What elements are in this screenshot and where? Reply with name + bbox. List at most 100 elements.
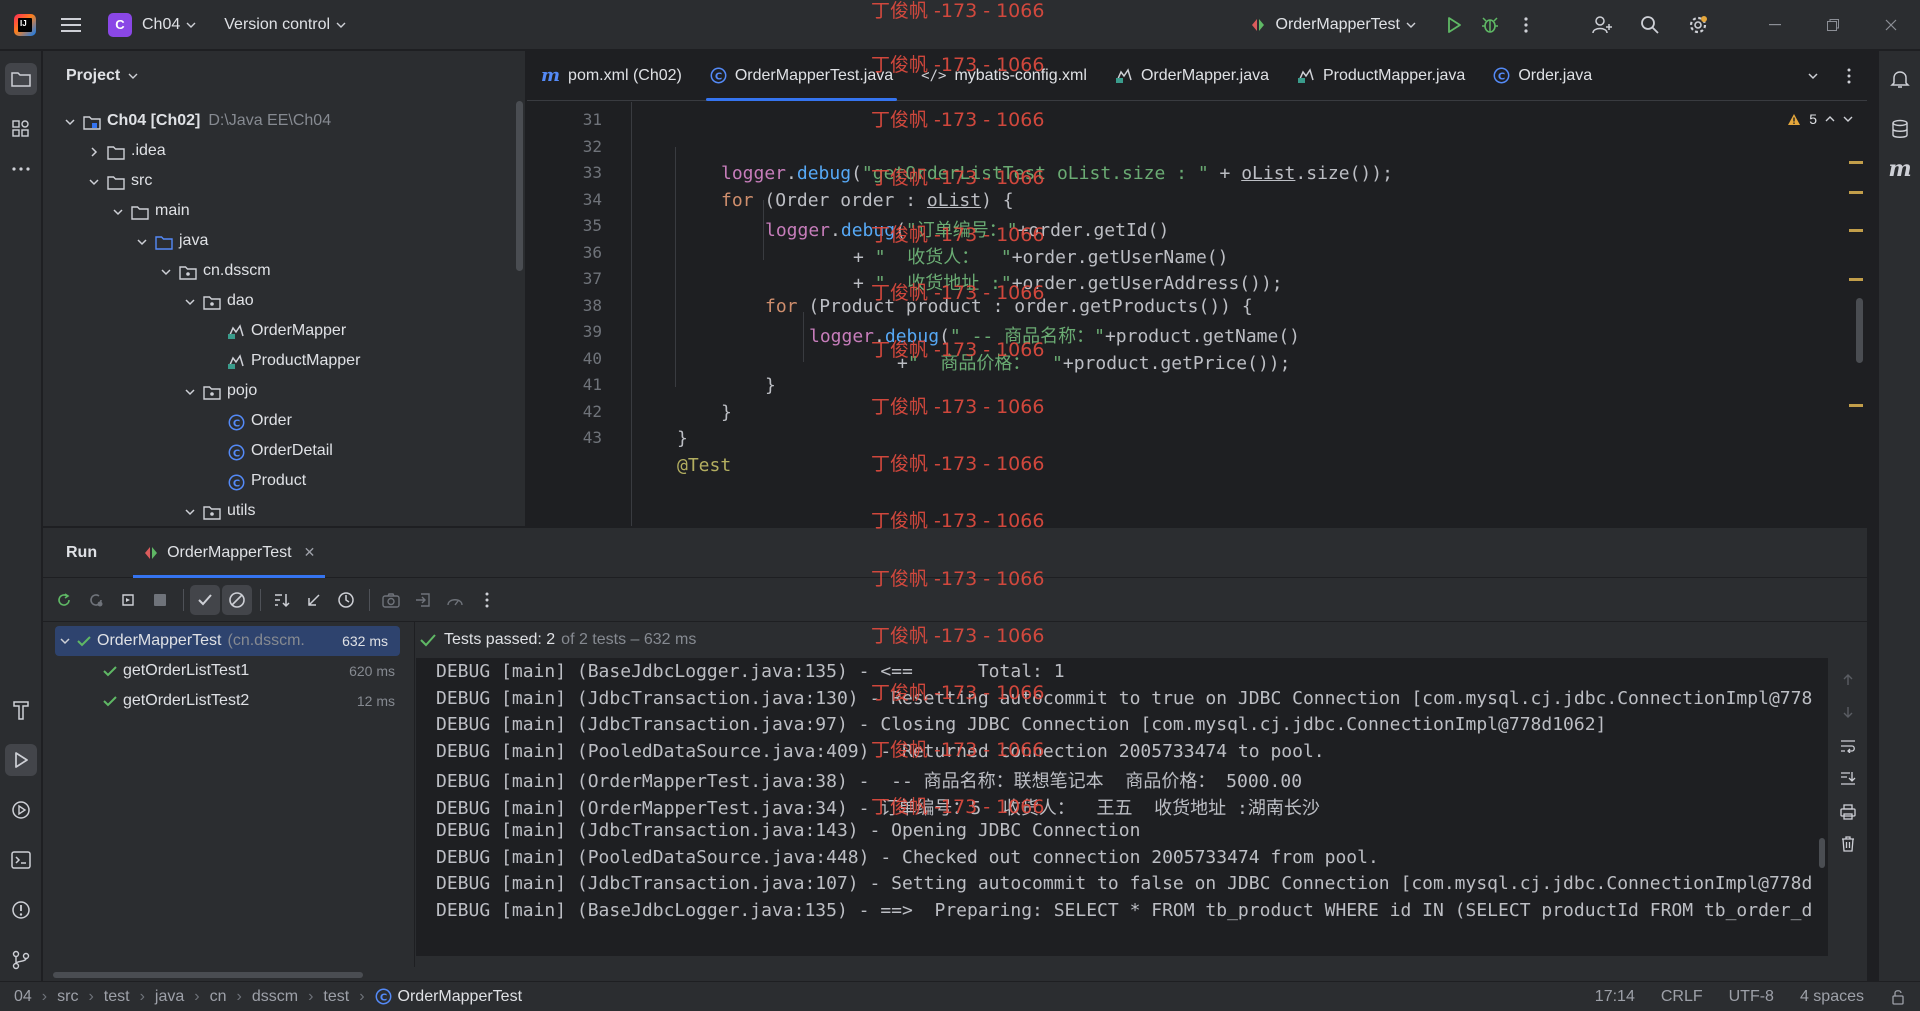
scroll-down-icon[interactable]: [1838, 702, 1858, 722]
console-output[interactable]: DEBUG [main] (BaseJdbcLogger.java:135) -…: [416, 658, 1828, 956]
version-control-widget[interactable]: Version control: [224, 16, 346, 34]
tabs-dropdown-chevron-icon[interactable]: [1795, 58, 1831, 94]
toggle-auto-test-icon[interactable]: [113, 585, 143, 615]
services-icon[interactable]: [5, 794, 37, 826]
read-only-lock-icon[interactable]: [1890, 989, 1906, 1005]
settings-gear-icon[interactable]: [1680, 7, 1716, 43]
breadcrumb-item[interactable]: 04: [14, 988, 32, 1006]
soft-wrap-icon[interactable]: [1838, 736, 1858, 756]
rerun-icon[interactable]: [49, 585, 79, 615]
tab-ordermapper-java[interactable]: OrderMapper.java: [1101, 51, 1283, 101]
tab-productmapper-java[interactable]: ProductMapper.java: [1283, 51, 1479, 101]
scroll-to-end-icon[interactable]: [1838, 768, 1858, 788]
chevron-down-icon[interactable]: [183, 295, 197, 309]
chevron-down-icon[interactable]: [183, 385, 197, 399]
terminal-icon[interactable]: [5, 844, 37, 876]
run-configuration-selector[interactable]: OrderMapperTest: [1250, 16, 1417, 34]
chevron-down-icon[interactable]: [59, 635, 71, 647]
chevron-right-icon[interactable]: [87, 145, 101, 159]
test-tree-scrollbar[interactable]: [53, 972, 363, 978]
database-icon[interactable]: [1884, 113, 1916, 145]
main-menu-icon[interactable]: [56, 10, 86, 40]
project-tool-folder-icon[interactable]: [5, 63, 37, 95]
test-row-ordermappertest[interactable]: OrderMapperTest (cn.dsscm. 632 ms: [55, 626, 400, 656]
console-line: DEBUG [main] (JdbcTransaction.java:143) …: [436, 820, 1141, 841]
close-window-icon[interactable]: [1862, 0, 1920, 50]
warning-stripe-mark[interactable]: [1849, 278, 1863, 281]
history-icon[interactable]: [440, 585, 470, 615]
run-tool-icon[interactable]: [5, 744, 37, 776]
clear-trash-icon[interactable]: [1838, 834, 1858, 854]
test-row-getorderlisttest2[interactable]: getOrderListTest2 12 ms: [43, 686, 415, 716]
restore-window-icon[interactable]: [1804, 0, 1862, 50]
tab-mybatis-config-xml[interactable]: </> mybatis-config.xml: [907, 51, 1101, 101]
svg-text:C: C: [715, 71, 722, 82]
run-icon[interactable]: [1436, 7, 1472, 43]
stop-icon[interactable]: [145, 585, 175, 615]
project-panel-header[interactable]: Project: [43, 51, 525, 101]
console-scrollbar[interactable]: [1819, 838, 1825, 868]
notifications-bell-icon[interactable]: [1884, 63, 1916, 95]
build-hammer-icon[interactable]: [5, 694, 37, 726]
chevron-down-icon[interactable]: [135, 235, 149, 249]
collapse-all-icon[interactable]: [299, 585, 329, 615]
tab-order-java[interactable]: C Order.java: [1479, 51, 1606, 101]
test-row-getorderlisttest1[interactable]: getOrderListTest1 620 ms: [43, 656, 415, 686]
show-passed-icon[interactable]: [190, 584, 220, 615]
tabs-more-icon[interactable]: [1831, 58, 1867, 94]
debug-icon[interactable]: [1472, 7, 1508, 43]
chevron-down-icon[interactable]: [111, 205, 125, 219]
tab-ordermappertest-java[interactable]: C OrderMapperTest.java: [696, 51, 907, 101]
test-name: getOrderListTest2: [123, 692, 250, 709]
search-icon[interactable]: [1632, 7, 1668, 43]
more-tools-icon[interactable]: [5, 153, 37, 185]
show-ignored-icon[interactable]: [222, 584, 252, 615]
breadcrumb-item[interactable]: OrderMapperTest: [398, 988, 523, 1006]
chevron-down-icon[interactable]: [183, 505, 197, 519]
line-separator[interactable]: CRLF: [1661, 988, 1703, 1006]
chevron-down-icon[interactable]: [87, 175, 101, 189]
camera-icon[interactable]: [376, 585, 406, 615]
chevron-down-icon[interactable]: [63, 115, 77, 129]
warning-stripe-mark[interactable]: [1849, 161, 1863, 164]
editor-scrollbar[interactable]: [1856, 298, 1863, 363]
add-user-icon[interactable]: [1584, 7, 1620, 43]
previous-highlight-icon[interactable]: [1825, 114, 1835, 124]
sort-alphabetically-icon[interactable]: [267, 585, 297, 615]
console-line: DEBUG [main] (PooledDataSource.java:448)…: [436, 846, 1379, 868]
file-encoding[interactable]: UTF-8: [1729, 988, 1774, 1006]
indent-setting[interactable]: 4 spaces: [1800, 988, 1864, 1006]
print-icon[interactable]: [1838, 802, 1858, 822]
minimize-window-icon[interactable]: [1746, 0, 1804, 50]
run-tab-ordermappertest[interactable]: OrderMapperTest ✕: [133, 528, 326, 578]
warning-stripe-mark[interactable]: [1849, 229, 1863, 232]
project-scrollbar[interactable]: [516, 101, 523, 271]
import-tests-icon[interactable]: [408, 585, 438, 615]
breadcrumb-item[interactable]: test: [323, 988, 349, 1006]
maven-icon[interactable]: m: [1884, 153, 1916, 185]
problems-icon[interactable]: [5, 894, 37, 926]
structure-icon[interactable]: [5, 113, 37, 145]
chevron-down-icon[interactable]: [159, 265, 173, 279]
breadcrumb-item[interactable]: src: [57, 988, 78, 1006]
rerun-failed-icon[interactable]: [81, 585, 111, 615]
breadcrumb-item[interactable]: test: [104, 988, 130, 1006]
scroll-up-icon[interactable]: [1838, 670, 1858, 690]
breadcrumb-item[interactable]: dsscm: [252, 988, 298, 1006]
git-branch-icon[interactable]: [5, 944, 37, 976]
sort-by-duration-icon[interactable]: [331, 585, 361, 615]
more-actions-icon[interactable]: [1508, 7, 1544, 43]
inspection-widget[interactable]: 5: [1787, 111, 1853, 127]
code-area[interactable]: logger.debug("getOrderListTest oList.siz…: [527, 102, 1827, 526]
warning-stripe-mark[interactable]: [1849, 191, 1863, 194]
tab-pom-xml-ch02-[interactable]: m pom.xml (Ch02): [527, 51, 696, 101]
warning-stripe-mark[interactable]: [1849, 404, 1863, 407]
close-tab-icon[interactable]: ✕: [304, 544, 316, 561]
next-highlight-icon[interactable]: [1843, 114, 1853, 124]
caret-position[interactable]: 17:14: [1595, 988, 1635, 1006]
run-more-options-icon[interactable]: [472, 585, 502, 615]
breadcrumb-item[interactable]: java: [155, 988, 184, 1006]
project-widget[interactable]: C Ch04: [102, 10, 202, 40]
breadcrumb-item[interactable]: cn: [210, 988, 227, 1006]
intellij-logo-icon[interactable]: IJ: [14, 13, 36, 36]
